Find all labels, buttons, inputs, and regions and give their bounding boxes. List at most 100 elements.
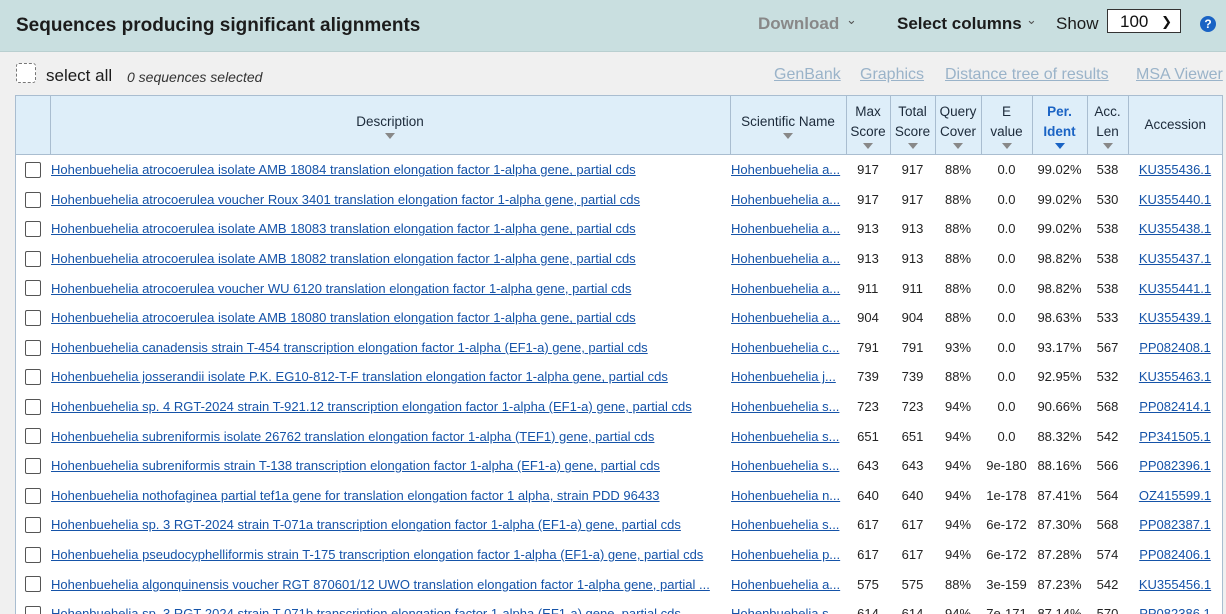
accession-link[interactable]: KU355463.1 xyxy=(1139,369,1211,384)
column-header-query-cover[interactable]: Query Cover xyxy=(935,96,982,155)
description-link[interactable]: Hohenbuehelia atrocoerulea isolate AMB 1… xyxy=(51,162,636,177)
description-link[interactable]: Hohenbuehelia canadensis strain T-454 tr… xyxy=(51,340,648,355)
accession-cell: OZ415599.1 xyxy=(1128,481,1222,511)
scientific-name-link[interactable]: Hohenbuehelia s... xyxy=(731,458,839,473)
row-checkbox[interactable] xyxy=(25,398,41,415)
row-checkbox[interactable] xyxy=(25,280,41,297)
help-icon[interactable]: ? xyxy=(1200,16,1216,32)
e-value-cell: 7e-171 xyxy=(986,606,1027,614)
accession-cell: KU355439.1 xyxy=(1128,303,1222,333)
accession-link[interactable]: KU355441.1 xyxy=(1139,281,1211,296)
description-link[interactable]: Hohenbuehelia subreniformis strain T-138… xyxy=(51,458,660,473)
show-count-select[interactable]: 100 ❯ xyxy=(1107,9,1181,33)
description-cell: Hohenbuehelia atrocoerulea isolate AMB 1… xyxy=(50,303,730,333)
accession-link[interactable]: PP082408.1 xyxy=(1139,340,1211,355)
scientific-name-link[interactable]: Hohenbuehelia s... xyxy=(731,606,839,614)
accession-link[interactable]: PP082406.1 xyxy=(1139,547,1211,562)
scientific-name-link[interactable]: Hohenbuehelia a... xyxy=(731,281,840,296)
description-link[interactable]: Hohenbuehelia sp. 3 RGT-2024 strain T-07… xyxy=(51,606,681,614)
column-header-total-score[interactable]: Total Score xyxy=(890,96,936,155)
row-checkbox[interactable] xyxy=(25,546,41,563)
column-header-scientific-name[interactable]: Scientific Name xyxy=(730,96,847,155)
row-checkbox[interactable] xyxy=(25,191,41,208)
scientific-name-link[interactable]: Hohenbuehelia s... xyxy=(731,429,839,444)
accession-link[interactable]: PP082396.1 xyxy=(1139,458,1211,473)
select-columns-button[interactable]: Select columns xyxy=(897,14,1022,34)
scientific-name-link[interactable]: Hohenbuehelia n... xyxy=(731,488,840,503)
row-checkbox[interactable] xyxy=(25,576,41,593)
table-row: Hohenbuehelia subreniformis isolate 2676… xyxy=(16,421,1222,451)
acc-len-cell: 542 xyxy=(1096,576,1119,592)
row-checkbox[interactable] xyxy=(25,310,41,327)
chevron-down-icon[interactable]: ⌄ xyxy=(846,12,857,28)
genbank-link[interactable]: GenBank xyxy=(774,66,841,84)
description-link[interactable]: Hohenbuehelia pseudocyphelliformis strai… xyxy=(51,547,703,562)
column-header-e-value[interactable]: Evalue xyxy=(981,96,1033,155)
scientific-name-link[interactable]: Hohenbuehelia a... xyxy=(731,221,840,236)
row-checkbox[interactable] xyxy=(25,605,41,614)
table-row: Hohenbuehelia algonquinensis voucher RGT… xyxy=(16,569,1222,599)
description-link[interactable]: Hohenbuehelia atrocoerulea isolate AMB 1… xyxy=(51,310,636,325)
description-link[interactable]: Hohenbuehelia sp. 4 RGT-2024 strain T-92… xyxy=(51,399,692,414)
total-score-cell: 723 xyxy=(901,399,924,415)
description-link[interactable]: Hohenbuehelia atrocoerulea voucher WU 61… xyxy=(51,281,631,296)
description-link[interactable]: Hohenbuehelia subreniformis isolate 2676… xyxy=(51,429,654,444)
scientific-name-link[interactable]: Hohenbuehelia a... xyxy=(731,251,840,266)
row-checkbox[interactable] xyxy=(25,458,41,475)
total-score-cell: 651 xyxy=(901,428,924,444)
scientific-name-link[interactable]: Hohenbuehelia s... xyxy=(731,399,839,414)
row-checkbox[interactable] xyxy=(25,221,41,238)
chevron-down-icon[interactable]: ⌄ xyxy=(1026,12,1037,28)
row-checkbox[interactable] xyxy=(25,487,41,504)
msa-viewer-link[interactable]: MSA Viewer xyxy=(1136,66,1223,84)
row-checkbox[interactable] xyxy=(25,162,41,179)
description-link[interactable]: Hohenbuehelia algonquinensis voucher RGT… xyxy=(51,577,710,592)
distance-tree-link[interactable]: Distance tree of results xyxy=(945,66,1109,84)
accession-link[interactable]: PP341505.1 xyxy=(1139,429,1211,444)
column-header-accession[interactable]: Accession xyxy=(1128,96,1222,155)
description-link[interactable]: Hohenbuehelia nothofaginea partial tef1a… xyxy=(51,488,660,503)
description-link[interactable]: Hohenbuehelia atrocoerulea isolate AMB 1… xyxy=(51,251,636,266)
accession-link[interactable]: KU355436.1 xyxy=(1139,162,1211,177)
accession-link[interactable]: KU355437.1 xyxy=(1139,251,1211,266)
select-all-label[interactable]: select all xyxy=(46,66,112,86)
scientific-name-link[interactable]: Hohenbuehelia a... xyxy=(731,192,840,207)
description-link[interactable]: Hohenbuehelia atrocoerulea isolate AMB 1… xyxy=(51,221,636,236)
row-checkbox[interactable] xyxy=(25,339,41,356)
acc-len-cell: 538 xyxy=(1096,221,1119,237)
accession-link[interactable]: KU355439.1 xyxy=(1139,310,1211,325)
row-checkbox[interactable] xyxy=(25,250,41,267)
column-header-description[interactable]: Description xyxy=(50,96,731,155)
accession-link[interactable]: PP082386.1 xyxy=(1139,606,1211,614)
scientific-name-link[interactable]: Hohenbuehelia a... xyxy=(731,310,840,325)
scientific-name-link[interactable]: Hohenbuehelia a... xyxy=(731,577,840,592)
description-link[interactable]: Hohenbuehelia josserandii isolate P.K. E… xyxy=(51,369,668,384)
total-score-cell: 917 xyxy=(901,162,924,178)
description-link[interactable]: Hohenbuehelia sp. 3 RGT-2024 strain T-07… xyxy=(51,517,681,532)
show-label: Show xyxy=(1056,14,1099,33)
download-button[interactable]: Download xyxy=(758,14,839,34)
accession-link[interactable]: KU355440.1 xyxy=(1139,192,1211,207)
accession-link[interactable]: KU355456.1 xyxy=(1139,577,1211,592)
description-link[interactable]: Hohenbuehelia atrocoerulea voucher Roux … xyxy=(51,192,640,207)
row-checkbox[interactable] xyxy=(25,517,41,534)
scientific-name-link[interactable]: Hohenbuehelia j... xyxy=(731,369,836,384)
max-score-cell: 575 xyxy=(857,576,879,592)
column-header-max-score[interactable]: Max Score xyxy=(846,96,891,155)
column-header-acc-len[interactable]: Acc. Len xyxy=(1087,96,1129,155)
scientific-name-link[interactable]: Hohenbuehelia p... xyxy=(731,547,840,562)
accession-link[interactable]: PP082387.1 xyxy=(1139,517,1211,532)
accession-link[interactable]: KU355438.1 xyxy=(1139,221,1211,236)
row-select-cell xyxy=(16,481,50,511)
accession-link[interactable]: PP082414.1 xyxy=(1139,399,1211,414)
scientific-name-link[interactable]: Hohenbuehelia a... xyxy=(731,162,840,177)
scientific-name-link[interactable]: Hohenbuehelia s... xyxy=(731,517,839,532)
column-header-per-ident[interactable]: Per. Ident xyxy=(1032,96,1088,155)
select-all-checkbox[interactable] xyxy=(16,63,36,83)
row-checkbox[interactable] xyxy=(25,428,41,445)
scientific-name-link[interactable]: Hohenbuehelia c... xyxy=(731,340,839,355)
accession-cell: KU355440.1 xyxy=(1128,185,1222,215)
accession-link[interactable]: OZ415599.1 xyxy=(1139,488,1211,503)
graphics-link[interactable]: Graphics xyxy=(860,66,924,84)
row-checkbox[interactable] xyxy=(25,369,41,386)
